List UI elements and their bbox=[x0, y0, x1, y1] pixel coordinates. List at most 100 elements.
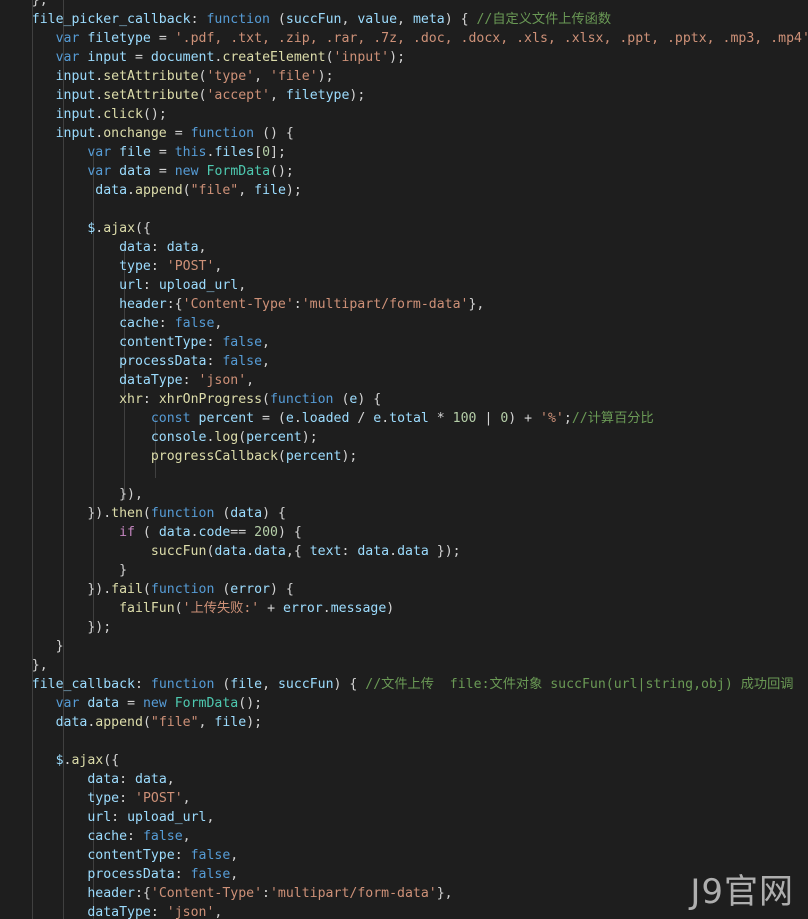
code-line[interactable]: xhr: xhrOnProgress(function (e) { bbox=[0, 390, 808, 409]
code-line[interactable]: var file = this.files[0]; bbox=[0, 143, 808, 162]
code-line[interactable]: processData: false, bbox=[0, 352, 808, 371]
code-editor[interactable]: }, file_picker_callback: function (succF… bbox=[0, 0, 808, 919]
code-line[interactable]: progressCallback(percent); bbox=[0, 447, 808, 466]
code-token-keyword: false bbox=[222, 335, 263, 350]
code-line[interactable]: data: data, bbox=[0, 238, 808, 257]
code-token-plain: : bbox=[111, 810, 128, 825]
code-line[interactable] bbox=[0, 466, 808, 485]
code-line[interactable]: $.ajax({ bbox=[0, 751, 808, 770]
code-token-variable: file bbox=[230, 677, 263, 692]
code-token-plain: (); bbox=[270, 164, 294, 179]
code-token-plain: ( bbox=[333, 392, 350, 407]
code-line[interactable]: cache: false, bbox=[0, 314, 808, 333]
code-token-plain: ); bbox=[317, 69, 334, 84]
code-line[interactable]: input.onchange = function () { bbox=[0, 124, 808, 143]
code-token-string: '%' bbox=[540, 411, 564, 426]
code-line[interactable]: type: 'POST', bbox=[0, 257, 808, 276]
code-line[interactable]: }, bbox=[0, 0, 808, 10]
code-line[interactable]: }, bbox=[0, 656, 808, 675]
code-token-comment: //文件上传 file:文件对象 succFun(url|string,obj)… bbox=[365, 677, 794, 692]
code-line[interactable]: data.append("file", file); bbox=[0, 713, 808, 732]
code-line[interactable]: }); bbox=[0, 618, 808, 637]
code-line[interactable]: input.setAttribute('type', 'file'); bbox=[0, 67, 808, 86]
code-line[interactable]: data.append("file", file); bbox=[0, 181, 808, 200]
code-line[interactable]: input.setAttribute('accept', filetype); bbox=[0, 86, 808, 105]
code-line[interactable]: var data = new FormData(); bbox=[0, 162, 808, 181]
code-line[interactable]: var filetype = '.pdf, .txt, .zip, .rar, … bbox=[0, 29, 808, 48]
code-line[interactable] bbox=[0, 732, 808, 751]
code-token-variable: data bbox=[230, 506, 263, 521]
code-token-plain: ( bbox=[269, 12, 286, 27]
code-token-variable: input bbox=[55, 69, 96, 84]
code-line[interactable]: data: data, bbox=[0, 770, 808, 789]
code-token-function: fail bbox=[111, 582, 143, 597]
code-line[interactable]: dataType: 'json', bbox=[0, 903, 808, 919]
code-token-comment: //自定义文件上传函数 bbox=[476, 12, 612, 27]
code-token-plain: : bbox=[150, 259, 167, 274]
code-token-plain: () { bbox=[254, 126, 294, 141]
code-token-number: 100 bbox=[452, 411, 477, 426]
code-line[interactable]: dataType: 'json', bbox=[0, 371, 808, 390]
code-line[interactable]: type: 'POST', bbox=[0, 789, 808, 808]
code-line[interactable]: url: upload_url, bbox=[0, 808, 808, 827]
code-line[interactable]: succFun(data.data,{ text: data.data }); bbox=[0, 542, 808, 561]
code-line[interactable]: if ( data.code== 200) { bbox=[0, 523, 808, 542]
code-line[interactable]: file_picker_callback: function (succFun,… bbox=[0, 10, 808, 29]
code-line[interactable]: cache: false, bbox=[0, 827, 808, 846]
code-line[interactable]: }).then(function (data) { bbox=[0, 504, 808, 523]
code-token-string: '上传失败:' bbox=[182, 601, 260, 616]
code-line[interactable]: header:{'Content-Type':'multipart/form-d… bbox=[0, 295, 808, 314]
code-line[interactable]: header:{'Content-Type':'multipart/form-d… bbox=[0, 884, 808, 903]
code-line[interactable]: var input = document.createElement('inpu… bbox=[0, 48, 808, 67]
code-token-keyword: var bbox=[55, 50, 80, 65]
watermark-logo: J9官网 bbox=[690, 872, 794, 912]
code-token-plain: ); bbox=[341, 449, 358, 464]
code-token-string: 'json' bbox=[198, 373, 247, 388]
code-token-plain: : bbox=[182, 373, 199, 388]
code-line[interactable]: url: upload_url, bbox=[0, 276, 808, 295]
code-line[interactable]: const percent = (e.loaded / e.total * 10… bbox=[0, 409, 808, 428]
code-line[interactable]: } bbox=[0, 561, 808, 580]
code-token-plain: : bbox=[174, 867, 191, 882]
code-token-plain: == bbox=[230, 525, 255, 540]
code-line[interactable]: console.log(percent); bbox=[0, 428, 808, 447]
code-token-function: append bbox=[95, 715, 143, 730]
code-token-keyword: function bbox=[190, 126, 255, 141]
code-token-plain: ) { bbox=[333, 677, 366, 692]
code-token-keyword: var bbox=[87, 164, 112, 179]
code-line[interactable]: failFun('上传失败:' + error.message) bbox=[0, 599, 808, 618]
code-line[interactable]: contentType: false, bbox=[0, 846, 808, 865]
code-line[interactable]: var data = new FormData(); bbox=[0, 694, 808, 713]
code-token-plain: ( bbox=[142, 715, 151, 730]
code-line[interactable]: contentType: false, bbox=[0, 333, 808, 352]
code-token-string: "file" bbox=[190, 183, 239, 198]
code-token-plain: ( bbox=[142, 582, 151, 597]
code-line[interactable]: }), bbox=[0, 485, 808, 504]
code-line[interactable]: }).fail(function (error) { bbox=[0, 580, 808, 599]
code-line[interactable]: $.ajax({ bbox=[0, 219, 808, 238]
code-line[interactable]: file_callback: function (file, succFun) … bbox=[0, 675, 808, 694]
code-line[interactable] bbox=[0, 200, 808, 219]
code-token-plain: : bbox=[134, 677, 151, 692]
code-line[interactable]: processData: false, bbox=[0, 865, 808, 884]
code-token-plain: ({ bbox=[103, 753, 120, 768]
code-line[interactable]: input.click(); bbox=[0, 105, 808, 124]
code-token-plain: , bbox=[238, 278, 247, 293]
code-token-plain: , bbox=[341, 12, 358, 27]
code-token-property: processData bbox=[119, 354, 207, 369]
code-line[interactable]: } bbox=[0, 637, 808, 656]
code-token-comment: //计算百分比 bbox=[571, 411, 654, 426]
code-token-function: failFun bbox=[119, 601, 175, 616]
code-token-plain: + bbox=[259, 601, 284, 616]
code-token-plain: = bbox=[166, 126, 191, 141]
code-token-string: 'file' bbox=[270, 69, 318, 84]
code-token-plain: ) { bbox=[277, 525, 302, 540]
